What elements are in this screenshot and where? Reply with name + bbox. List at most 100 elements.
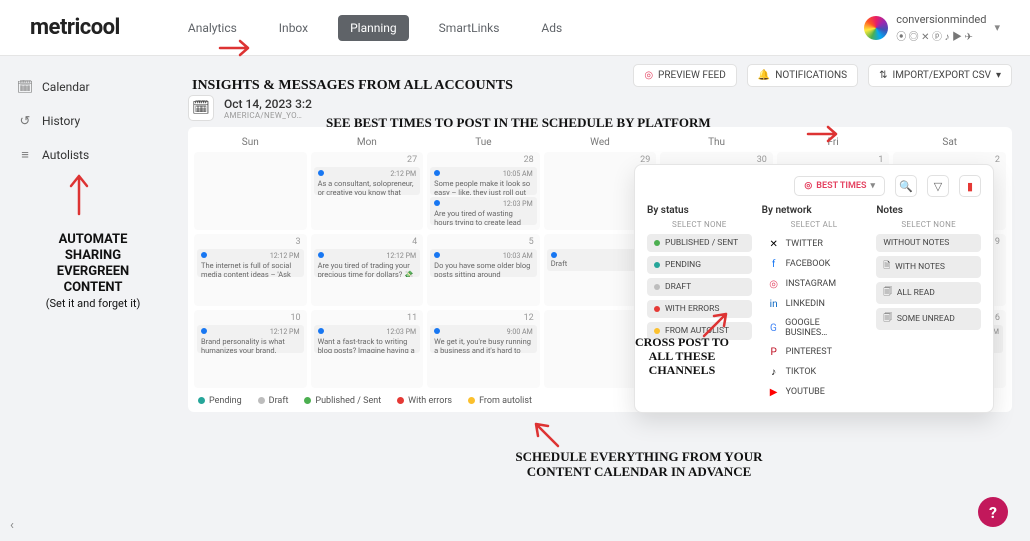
- day-header: Wed: [544, 137, 657, 148]
- network-item[interactable]: ◎INSTAGRAM: [762, 274, 867, 294]
- post-card[interactable]: 12:12 PMAre you tired of trading your pr…: [314, 249, 421, 277]
- collapse-sidebar-button[interactable]: ‹: [10, 518, 14, 533]
- network-icon: f: [768, 258, 780, 270]
- network-item[interactable]: ▶YOUTUBE: [762, 382, 867, 402]
- network-item[interactable]: ✕TWITTER: [762, 234, 867, 254]
- post-card[interactable]: 12:12 PMBrand personality is what humani…: [197, 325, 304, 353]
- status-column: By status SELECT NONE PUBLISHED / SENTPE…: [647, 205, 752, 402]
- post-card[interactable]: 12:03 PMAre you tired of wasting hours t…: [430, 197, 537, 225]
- day-view-button[interactable]: ▮: [959, 175, 981, 197]
- notes-chip[interactable]: WITHOUT NOTES: [876, 234, 981, 252]
- network-item[interactable]: ♪TIKTOK: [762, 362, 867, 382]
- brand-avatar-icon[interactable]: [864, 16, 888, 40]
- search-button[interactable]: 🔍: [895, 175, 917, 197]
- calendar-cell[interactable]: 2810:05 AMSome people make it look so ea…: [427, 152, 540, 230]
- content: ◎PREVIEW FEED 🔔NOTIFICATIONS ⇅IMPORT/EXP…: [170, 56, 1030, 541]
- chevron-down-icon[interactable]: ▾: [994, 21, 1000, 34]
- day-header: Fri: [777, 137, 890, 148]
- sidebar-label: History: [42, 114, 80, 128]
- sidebar-item-history[interactable]: ↺ History: [14, 108, 156, 134]
- search-icon: 🔍: [899, 180, 913, 193]
- best-times-button[interactable]: ◎BEST TIMES ▾: [794, 176, 885, 196]
- notifications-button[interactable]: 🔔NOTIFICATIONS: [747, 64, 858, 87]
- network-item[interactable]: fFACEBOOK: [762, 254, 867, 274]
- select-none-status[interactable]: SELECT NONE: [647, 220, 752, 229]
- nav-planning[interactable]: Planning: [338, 15, 409, 41]
- calendar-cell[interactable]: 272:12 PMAs a consultant, solopreneur, o…: [311, 152, 424, 230]
- day-header: Thu: [660, 137, 773, 148]
- sidebar-item-calendar[interactable]: 🗓 Calendar: [14, 74, 156, 100]
- action-toolbar: ◎PREVIEW FEED 🔔NOTIFICATIONS ⇅IMPORT/EXP…: [188, 64, 1012, 87]
- history-icon: ↺: [18, 114, 32, 128]
- status-chip[interactable]: FROM AUTOLIST: [647, 322, 752, 340]
- topbar: metricool Analytics Inbox Planning Smart…: [0, 0, 1030, 56]
- select-all-network[interactable]: SELECT ALL: [762, 220, 867, 229]
- day-header: Tue: [427, 137, 540, 148]
- calendar-cell[interactable]: 312:12 PMThe internet is full of social …: [194, 234, 307, 306]
- help-fab[interactable]: ?: [978, 497, 1008, 527]
- status-chip[interactable]: PUBLISHED / SENT: [647, 234, 752, 252]
- calendar-cell[interactable]: 1112:03 PMWant a fast-track to writing b…: [311, 310, 424, 388]
- post-card[interactable]: 9:00 AMWe get it, you're busy running a …: [430, 325, 537, 353]
- post-card[interactable]: 2:12 PMAs a consultant, solopreneur, or …: [314, 167, 421, 195]
- bell-icon: 🔔: [758, 70, 770, 81]
- topbar-right: conversionminded ⦿ ◎ ✕ ⓟ ♪ ▶ ✈ ▾: [864, 13, 1000, 43]
- nav-inbox[interactable]: Inbox: [267, 15, 320, 41]
- calendar-cell[interactable]: 412:12 PMAre you tired of trading your p…: [311, 234, 424, 306]
- nav-smartlinks[interactable]: SmartLinks: [427, 15, 512, 41]
- brand-name: conversionminded: [896, 13, 986, 26]
- select-none-notes[interactable]: SELECT NONE: [876, 220, 981, 229]
- nav-analytics[interactable]: Analytics: [176, 15, 249, 41]
- sidebar-label: Calendar: [42, 80, 90, 94]
- sidebar-label: Autolists: [42, 148, 89, 162]
- notes-chip[interactable]: 🗐ALL READ: [876, 282, 981, 304]
- funnel-icon: ▽: [934, 180, 942, 193]
- notes-chip[interactable]: 🗐SOME UNREAD: [876, 308, 981, 330]
- day-header: Mon: [311, 137, 424, 148]
- post-card[interactable]: 10:05 AMSome people make it look so easy…: [430, 167, 537, 195]
- notes-chip[interactable]: 🗎WITH NOTES: [876, 256, 981, 278]
- status-chip[interactable]: DRAFT: [647, 278, 752, 296]
- instagram-icon: ◎: [804, 181, 812, 191]
- timezone: AMERICA/NEW_YO…: [224, 111, 312, 120]
- post-card[interactable]: 12:03 PMWant a fast-track to writing blo…: [314, 325, 421, 353]
- sidebar-item-autolists[interactable]: ≡ Autolists: [14, 142, 156, 168]
- status-chip[interactable]: PENDING: [647, 256, 752, 274]
- brand-social-row: ⦿ ◎ ✕ ⓟ ♪ ▶ ✈: [896, 28, 986, 43]
- eye-icon: ◎: [644, 70, 653, 81]
- question-icon: ?: [989, 503, 997, 522]
- post-card[interactable]: 10:03 AMDo you have some older blog post…: [430, 249, 537, 277]
- network-icon: ♪: [768, 366, 780, 378]
- current-date: Oct 14, 2023 3:2: [224, 97, 312, 111]
- nav-ads[interactable]: Ads: [529, 15, 574, 41]
- main-nav: Analytics Inbox Planning SmartLinks Ads: [176, 15, 574, 41]
- network-column: By network SELECT ALL ✕TWITTERfFACEBOOK◎…: [762, 205, 867, 402]
- filter-button[interactable]: ▽: [927, 175, 949, 197]
- updown-icon: ⇅: [879, 70, 887, 81]
- date-row: 🗓 Oct 14, 2023 3:2 AMERICA/NEW_YO…: [188, 95, 1012, 121]
- post-card[interactable]: 12:12 PMThe internet is full of social m…: [197, 249, 304, 277]
- day-header: Sun: [194, 137, 307, 148]
- network-item[interactable]: inLINKEDIN: [762, 294, 867, 314]
- logo: metricool: [30, 15, 120, 40]
- import-export-button[interactable]: ⇅IMPORT/EXPORT CSV▾: [868, 64, 1012, 87]
- calendar-cell[interactable]: 129:00 AMWe get it, you're busy running …: [427, 310, 540, 388]
- network-item[interactable]: GGOOGLE BUSINES…: [762, 314, 867, 342]
- brand-block[interactable]: conversionminded ⦿ ◎ ✕ ⓟ ♪ ▶ ✈: [896, 13, 986, 43]
- network-icon: ✕: [768, 238, 780, 250]
- status-chip[interactable]: WITH ERRORS: [647, 300, 752, 318]
- network-item[interactable]: PPINTEREST: [762, 342, 867, 362]
- calendar-cell[interactable]: [194, 152, 307, 230]
- calendar-cell[interactable]: 1012:12 PMBrand personality is what huma…: [194, 310, 307, 388]
- chevron-down-icon: ▾: [870, 181, 875, 191]
- list-icon: ≡: [18, 148, 32, 162]
- network-icon: G: [768, 322, 779, 334]
- preview-feed-button[interactable]: ◎PREVIEW FEED: [633, 64, 736, 87]
- network-icon: in: [768, 298, 780, 310]
- sidebar: 🗓 Calendar ↺ History ≡ Autolists: [0, 56, 170, 541]
- calendar-cell[interactable]: 510:03 AMDo you have some older blog pos…: [427, 234, 540, 306]
- calendar-picker-icon[interactable]: 🗓: [188, 95, 214, 121]
- day-header: Sat: [893, 137, 1006, 148]
- filter-popup: ◎BEST TIMES ▾ 🔍 ▽ ▮ By status SELECT NON…: [634, 164, 994, 413]
- network-icon: ▶: [768, 386, 780, 398]
